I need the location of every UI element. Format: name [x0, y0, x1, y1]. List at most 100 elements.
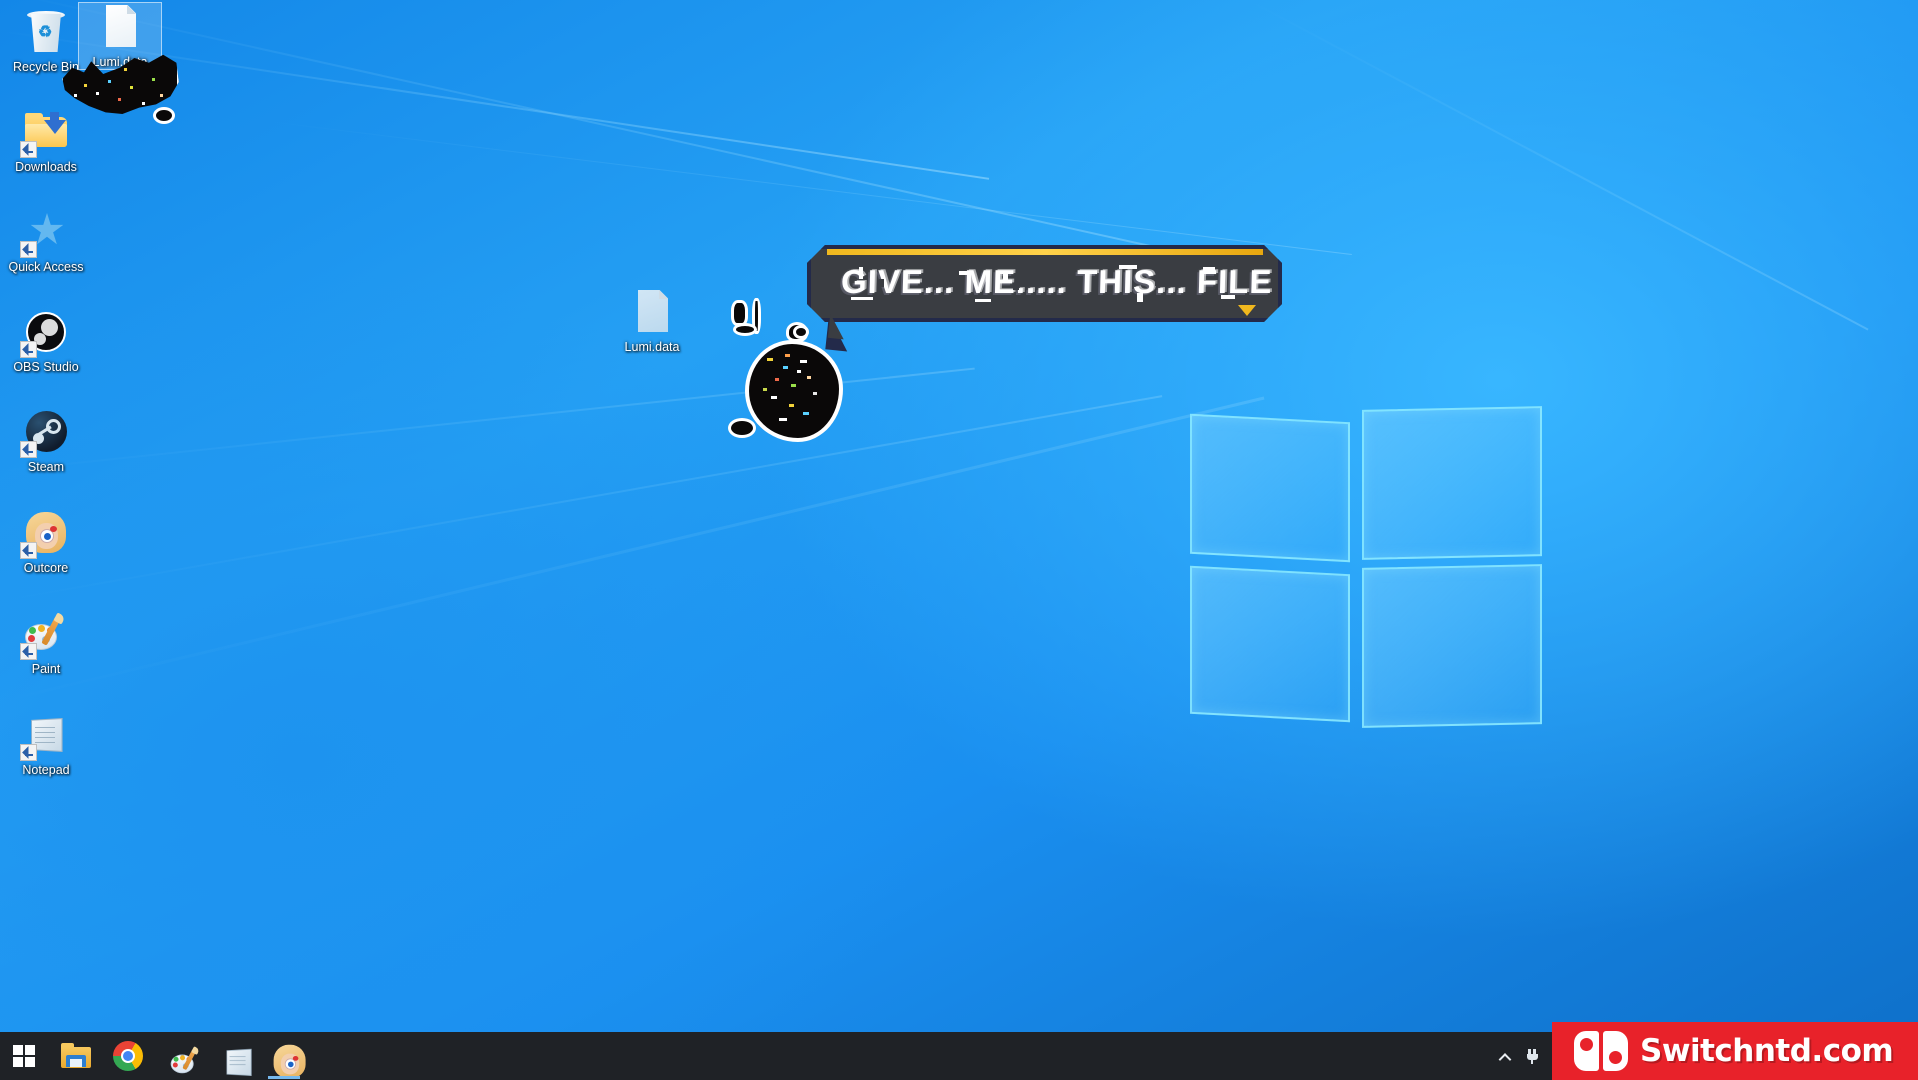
desktop-icon-label: Lumi.data: [92, 55, 148, 69]
desktop-icon-label: Recycle Bin: [13, 60, 79, 74]
glitch-pixel: [160, 94, 163, 97]
system-tray[interactable]: [1488, 1032, 1552, 1080]
obs-studio-icon: [20, 308, 70, 358]
desktop-icon-label: OBS Studio: [13, 360, 79, 374]
desktop-icon-downloads[interactable]: Downloads: [4, 108, 88, 174]
logo-pane: [1190, 413, 1350, 563]
shortcut-arrow-icon: [20, 744, 37, 761]
blob-body: [745, 340, 843, 442]
notepad-icon: [20, 711, 70, 761]
site-watermark: Switchntd.com: [1552, 1022, 1918, 1080]
desktop-icon-label: Downloads: [15, 160, 77, 174]
blob-tuft: [786, 322, 808, 342]
wallpaper-ray: [0, 396, 1265, 703]
glitch-pixel: [108, 80, 111, 83]
shortcut-arrow-icon: [20, 341, 37, 358]
glitch-gap: [1013, 283, 1019, 290]
desktop[interactable]: ♻ Recycle Bin Lumi.data Downloads Quick …: [0, 0, 1918, 1080]
windows-logo-wallpaper: [1190, 406, 1542, 738]
taskbar-outcore-button[interactable]: [260, 1032, 308, 1080]
glitch-pixel: [96, 92, 99, 95]
corrupted-blob-creature[interactable]: [745, 340, 843, 442]
usb-device-icon[interactable]: [1526, 1048, 1542, 1064]
desktop-icon-label: Quick Access: [8, 260, 84, 274]
desktop-icon-obs-studio[interactable]: OBS Studio: [4, 308, 88, 374]
glitch-shard: [1119, 265, 1137, 269]
blob-foot: [728, 418, 756, 438]
desktop-icon-paint[interactable]: Paint: [4, 610, 88, 676]
wallpaper-ray: [259, 120, 1352, 256]
glitch-pixel: [142, 102, 145, 105]
glitch-pixel: [84, 84, 87, 87]
folder-download-icon: [20, 108, 70, 158]
blob-antenna-left: [731, 300, 748, 326]
glitch-shard: [1203, 267, 1215, 271]
shortcut-arrow-icon: [20, 241, 37, 258]
glitch-gap: [1155, 277, 1160, 286]
desktop-icon-label: Paint: [31, 662, 61, 676]
file-icon: [96, 3, 144, 51]
desktop-icon-label: Lumi.data: [624, 340, 680, 354]
bubble-tail-inner: [827, 313, 854, 341]
desktop-icon-notepad[interactable]: Notepad: [4, 711, 88, 777]
paint-icon: [20, 610, 70, 660]
wallpaper-ray: [0, 367, 975, 472]
taskbar-chrome-button[interactable]: [104, 1032, 152, 1080]
desktop-icon-steam[interactable]: Steam: [4, 408, 88, 474]
desktop-icon-label: Outcore: [23, 561, 69, 575]
glitch-pixel: [118, 98, 121, 101]
chevron-up-icon[interactable]: [1498, 1052, 1512, 1061]
taskbar-paint-button[interactable]: [156, 1032, 204, 1080]
watermark-text: Switchntd.com: [1640, 1033, 1894, 1069]
corrupted-smear-fragment: [153, 107, 175, 124]
outcore-icon: [270, 1042, 306, 1078]
desktop-icon-outcore[interactable]: Outcore: [4, 509, 88, 575]
paint-icon: [168, 1044, 200, 1074]
start-button[interactable]: [0, 1032, 48, 1080]
logo-pane: [1362, 564, 1542, 728]
nintendo-switch-joycon-logo-icon: [1574, 1031, 1628, 1071]
file-icon: [628, 288, 676, 336]
wallpaper-ray: [0, 0, 1211, 261]
shortcut-arrow-icon: [20, 141, 37, 158]
windows-logo-icon: [13, 1045, 35, 1067]
desktop-icon-quick-access[interactable]: Quick Access: [4, 208, 88, 274]
taskbar-notepad-button[interactable]: [208, 1032, 256, 1080]
desktop-icon-recycle-bin[interactable]: ♻ Recycle Bin: [4, 8, 88, 74]
glitch-shard: [975, 299, 991, 302]
notepad-icon: [219, 1043, 252, 1076]
wallpaper-ray: [1249, 0, 1869, 331]
recycle-bin-icon: ♻: [22, 8, 70, 56]
star-shortcut-icon: [20, 208, 70, 258]
dialogue-text: GIVE... ME..... THIS... FILE: [840, 263, 1273, 300]
glitch-shard: [1003, 273, 1008, 283]
desktop-icon-label: Steam: [27, 460, 65, 474]
dialogue-bubble[interactable]: GIVE... ME..... THIS... FILE: [807, 245, 1282, 353]
next-arrow-icon[interactable]: [1238, 305, 1256, 316]
chrome-icon: [113, 1041, 143, 1071]
wallpaper-ray: [0, 395, 1163, 602]
shortcut-arrow-icon: [20, 643, 37, 660]
steam-icon: [20, 408, 70, 458]
desktop-icon-lumi-data[interactable]: Lumi.data: [78, 2, 162, 70]
glitch-shard: [1137, 293, 1143, 302]
glitch-shard: [851, 297, 873, 300]
desktop-icon-label: Notepad: [22, 763, 70, 777]
desktop-file-lumi-data-center[interactable]: Lumi.data: [610, 288, 694, 354]
blob-nub: [793, 325, 809, 339]
logo-pane: [1190, 565, 1350, 723]
glitch-pixel: [74, 94, 77, 97]
glitch-shard: [859, 267, 863, 279]
file-explorer-icon: [61, 1043, 91, 1069]
glitch-shard: [1221, 295, 1235, 299]
bubble-accent-bar: [827, 249, 1263, 255]
blob-antenna-right: [752, 298, 761, 334]
glitch-pixel: [130, 86, 133, 89]
shortcut-arrow-icon: [20, 441, 37, 458]
smear-body: [153, 107, 175, 124]
shortcut-arrow-icon: [20, 542, 37, 559]
glitch-gap: [879, 279, 884, 287]
glitch-pixel: [152, 78, 155, 81]
glitch-shard: [959, 271, 969, 275]
taskbar-file-explorer-button[interactable]: [52, 1032, 100, 1080]
